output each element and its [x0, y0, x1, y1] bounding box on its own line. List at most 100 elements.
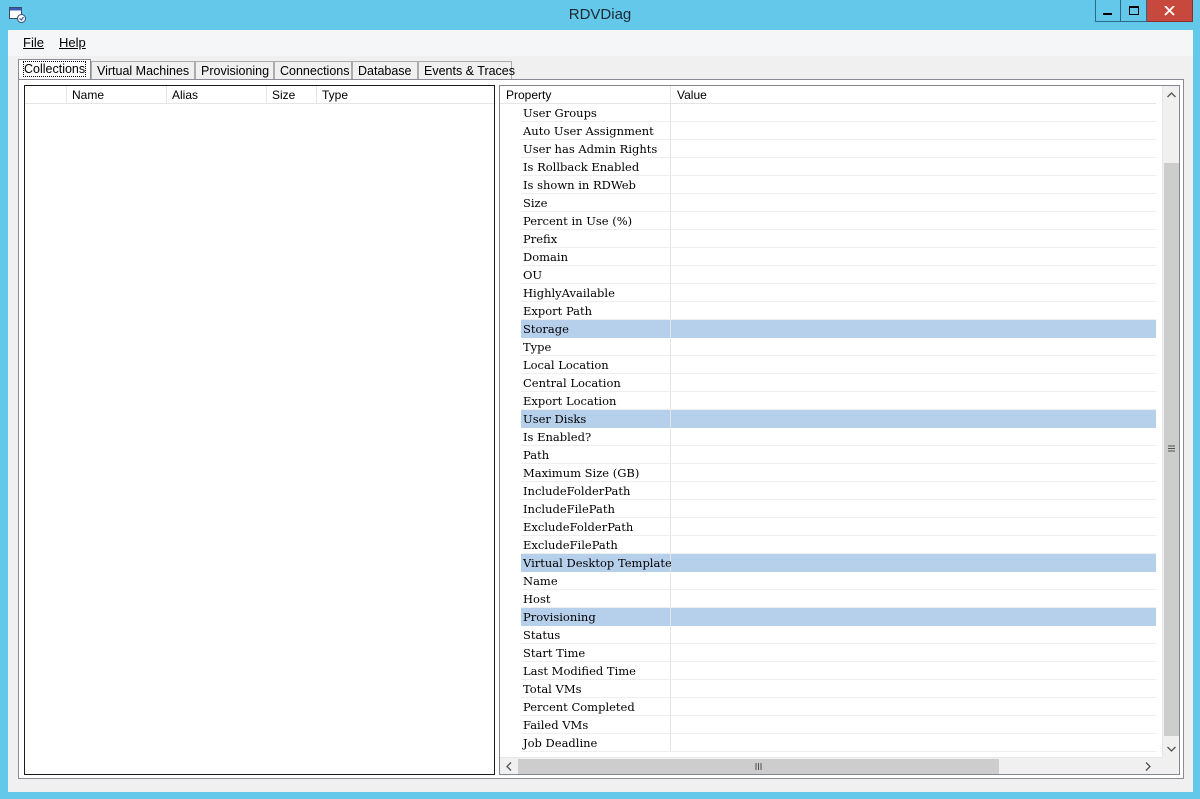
property-value[interactable] [671, 320, 1156, 338]
property-value[interactable] [671, 716, 1156, 734]
property-value[interactable] [671, 410, 1156, 428]
property-row[interactable]: OU [500, 266, 1156, 284]
property-value[interactable] [671, 446, 1156, 464]
property-value[interactable] [671, 482, 1156, 500]
property-value[interactable] [671, 302, 1156, 320]
title-bar[interactable]: RDVDiag [0, 0, 1200, 30]
menu-help[interactable]: Help [59, 35, 86, 50]
property-value[interactable] [671, 230, 1156, 248]
minimize-button[interactable] [1095, 0, 1121, 22]
property-row[interactable]: Last Modified Time [500, 662, 1156, 680]
property-value[interactable] [671, 518, 1156, 536]
tab-events-traces[interactable]: Events & Traces [418, 61, 515, 80]
property-value[interactable] [671, 644, 1156, 662]
property-row[interactable]: IncludeFilePath [500, 500, 1156, 518]
tab-connections[interactable]: Connections [274, 61, 352, 80]
close-button[interactable] [1147, 0, 1193, 22]
property-group-row[interactable]: Virtual Desktop Template [500, 554, 1156, 572]
tab-provisioning[interactable]: Provisioning [195, 61, 274, 80]
property-row[interactable]: Path [500, 446, 1156, 464]
property-row[interactable]: User has Admin Rights [500, 140, 1156, 158]
scroll-up-arrow-icon[interactable] [1163, 86, 1179, 103]
property-value[interactable] [671, 464, 1156, 482]
property-group-row[interactable]: Provisioning [500, 608, 1156, 626]
property-value[interactable] [671, 536, 1156, 554]
property-value[interactable] [671, 680, 1156, 698]
vertical-scrollbar[interactable] [1162, 86, 1179, 757]
property-row[interactable]: Central Location [500, 374, 1156, 392]
property-group-row[interactable]: User Disks [500, 410, 1156, 428]
scroll-left-arrow-icon[interactable] [500, 758, 517, 774]
property-row[interactable]: Size [500, 194, 1156, 212]
property-row[interactable]: HighlyAvailable [500, 284, 1156, 302]
property-row[interactable]: Export Location [500, 392, 1156, 410]
tab-virtual-machines[interactable]: Virtual Machines [91, 61, 195, 80]
property-row[interactable]: Is Enabled? [500, 428, 1156, 446]
column-header-size[interactable]: Size [267, 86, 317, 104]
property-value[interactable] [671, 500, 1156, 518]
property-row[interactable]: Job Deadline [500, 734, 1156, 752]
property-row[interactable]: Name [500, 572, 1156, 590]
property-value[interactable] [671, 122, 1156, 140]
property-row[interactable]: Start Time [500, 644, 1156, 662]
property-value[interactable] [671, 608, 1156, 626]
menu-file[interactable]: File [23, 35, 44, 50]
property-value[interactable] [671, 662, 1156, 680]
column-header-property[interactable]: Property [500, 86, 671, 104]
column-header-select[interactable] [25, 86, 67, 104]
property-value[interactable] [671, 284, 1156, 302]
maximize-button[interactable] [1121, 0, 1147, 22]
property-value[interactable] [671, 554, 1156, 572]
property-value[interactable] [671, 338, 1156, 356]
property-value[interactable] [671, 392, 1156, 410]
property-row[interactable]: Auto User Assignment [500, 122, 1156, 140]
vertical-scroll-thumb[interactable] [1164, 163, 1179, 736]
property-value[interactable] [671, 734, 1156, 752]
property-grid[interactable]: Property Value User Groups Auto User Assi… [499, 85, 1180, 775]
property-row[interactable]: Maximum Size (GB) [500, 464, 1156, 482]
property-value[interactable] [671, 698, 1156, 716]
property-row[interactable]: ExcludeFilePath [500, 536, 1156, 554]
property-value[interactable] [671, 356, 1156, 374]
property-value[interactable] [671, 572, 1156, 590]
column-header-alias[interactable]: Alias [167, 86, 267, 104]
property-value[interactable] [671, 140, 1156, 158]
property-value[interactable] [671, 212, 1156, 230]
property-row[interactable]: Host [500, 590, 1156, 608]
column-header-value[interactable]: Value [671, 86, 1156, 104]
scroll-right-arrow-icon[interactable] [1139, 758, 1156, 774]
property-row[interactable]: Local Location [500, 356, 1156, 374]
property-row[interactable]: ExcludeFolderPath [500, 518, 1156, 536]
property-value[interactable] [671, 248, 1156, 266]
property-row[interactable]: Is shown in RDWeb [500, 176, 1156, 194]
scroll-down-arrow-icon[interactable] [1163, 740, 1179, 757]
tab-database[interactable]: Database [352, 61, 418, 80]
property-value[interactable] [671, 374, 1156, 392]
property-value[interactable] [671, 428, 1156, 446]
property-row[interactable]: Status [500, 626, 1156, 644]
property-row[interactable]: Export Path [500, 302, 1156, 320]
property-value[interactable] [671, 104, 1156, 122]
property-row[interactable]: Domain [500, 248, 1156, 266]
property-value[interactable] [671, 176, 1156, 194]
horizontal-scrollbar[interactable] [500, 757, 1164, 774]
property-row[interactable]: IncludeFolderPath [500, 482, 1156, 500]
property-value[interactable] [671, 590, 1156, 608]
collections-list[interactable]: Name Alias Size Type [24, 85, 495, 775]
column-header-name[interactable]: Name [67, 86, 167, 104]
property-value[interactable] [671, 266, 1156, 284]
property-value[interactable] [671, 626, 1156, 644]
property-row[interactable]: Total VMs [500, 680, 1156, 698]
property-row[interactable]: Is Rollback Enabled [500, 158, 1156, 176]
property-group-row[interactable]: Storage [500, 320, 1156, 338]
horizontal-scroll-thumb[interactable] [518, 759, 999, 774]
property-row[interactable]: Prefix [500, 230, 1156, 248]
property-row[interactable]: Failed VMs [500, 716, 1156, 734]
column-header-type[interactable]: Type [317, 86, 494, 104]
tab-collections[interactable]: Collections [18, 59, 91, 81]
property-value[interactable] [671, 158, 1156, 176]
property-value[interactable] [671, 194, 1156, 212]
property-row[interactable]: User Groups [500, 104, 1156, 122]
property-row[interactable]: Percent Completed [500, 698, 1156, 716]
property-row[interactable]: Percent in Use (%) [500, 212, 1156, 230]
